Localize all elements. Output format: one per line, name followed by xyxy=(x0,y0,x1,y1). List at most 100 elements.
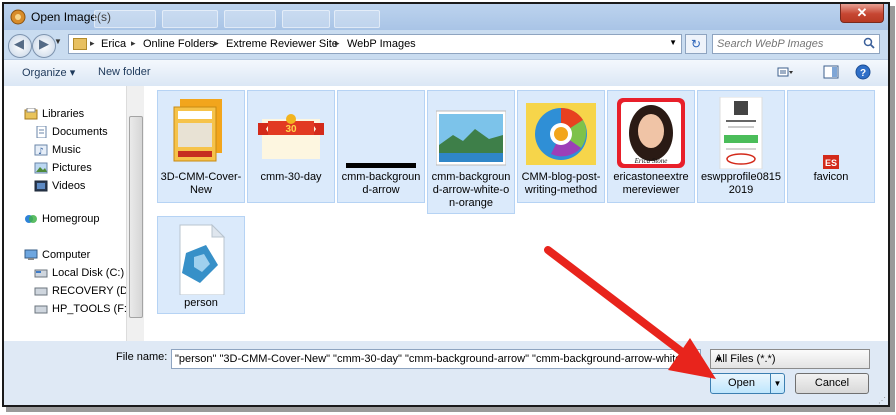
search-icon[interactable] xyxy=(863,37,875,49)
file-name-field[interactable]: "person" "3D-CMM-Cover-New" "cmm-30-day"… xyxy=(171,349,701,369)
file-item[interactable]: cmm-background-arrow-white-on-orange xyxy=(427,90,515,214)
hard-drive-icon xyxy=(34,305,48,314)
file-name-value: "person" "3D-CMM-Cover-New" "cmm-30-day"… xyxy=(175,353,701,365)
sidebar-item-label: HP_TOOLS (F:) xyxy=(52,303,131,315)
scrollbar-thumb[interactable] xyxy=(129,116,143,318)
command-toolbar: Organize ▾ New folder ? xyxy=(4,59,888,87)
music-icon: ♪ xyxy=(34,144,48,156)
svg-text:♪: ♪ xyxy=(38,147,44,156)
sidebar-item-label: Videos xyxy=(52,180,86,192)
app-icon xyxy=(10,9,26,25)
open-button-label: Open xyxy=(728,377,755,389)
file-item[interactable]: cmm-background-arrow xyxy=(337,90,425,203)
pictures-icon xyxy=(34,162,48,174)
breadcrumb-separator-icon[interactable]: ▸ xyxy=(131,38,136,49)
videos-icon xyxy=(34,180,48,192)
sidebar-item-label: Music xyxy=(52,144,81,156)
title-bar[interactable]: Open Image(s) ✕ xyxy=(4,4,888,30)
back-button[interactable]: ◀ xyxy=(8,34,32,58)
window-shadow-bottom xyxy=(6,407,895,412)
search-box[interactable] xyxy=(712,34,880,54)
new-folder-button[interactable]: New folder xyxy=(98,66,151,78)
file-name: 3D-CMM-Cover-New xyxy=(160,171,242,196)
breadcrumb-webp-images[interactable]: WebP Images xyxy=(347,38,416,50)
generic-image-file-icon xyxy=(179,223,226,295)
file-item[interactable]: CMM-blog-post-writing-method xyxy=(517,90,605,203)
close-button[interactable]: ✕ xyxy=(840,4,884,23)
documents-icon xyxy=(36,126,47,138)
recent-locations-dropdown-icon[interactable]: ▼ xyxy=(54,37,62,46)
file-name-dropdown-icon[interactable]: ▼ xyxy=(686,350,700,368)
es-favicon-thumbnail: ES xyxy=(823,155,839,169)
black-bar-thumbnail xyxy=(346,163,416,168)
view-options-icon[interactable] xyxy=(776,64,794,80)
file-name: cmm-background-arrow xyxy=(341,171,421,196)
file-name: cmm-background-arrow-white-on-orange xyxy=(431,171,511,209)
computer-icon xyxy=(24,249,38,260)
open-options-dropdown-icon[interactable]: ▼ xyxy=(770,374,784,393)
refresh-icon: ↻ xyxy=(690,37,702,51)
file-name: CMM-blog-post-writing-method xyxy=(521,171,601,196)
breadcrumb-online-folders[interactable]: Online Folders xyxy=(143,38,215,50)
window-shadow-right xyxy=(890,6,895,410)
organize-menu[interactable]: Organize ▾ xyxy=(22,66,75,79)
breadcrumb-separator-icon[interactable]: ▸ xyxy=(335,38,340,49)
ribbon-text: 30 xyxy=(285,124,297,135)
refresh-button[interactable]: ↻ xyxy=(685,34,707,54)
breadcrumb-separator-icon[interactable]: ▸ xyxy=(90,38,95,49)
navigation-bar: ◀ ▶ ▼ ▸ Erica ▸ Online Folders ▸ Extreme… xyxy=(4,30,888,59)
file-name-panel: File name: "person" "3D-CMM-Cover-New" "… xyxy=(4,341,888,405)
sidebar-item-label: Pictures xyxy=(52,162,92,174)
file-item[interactable]: eswpprofile08152019 xyxy=(697,90,785,203)
forward-button[interactable]: ▶ xyxy=(32,34,56,58)
preview-pane-icon[interactable] xyxy=(822,64,840,80)
sidebar-item-label: Documents xyxy=(52,126,108,138)
address-dropdown-icon[interactable]: ▼ xyxy=(669,38,677,47)
hard-drive-icon xyxy=(34,287,48,296)
file-item[interactable]: person xyxy=(157,216,245,314)
colorful-infographic-thumbnail xyxy=(526,103,596,165)
ribbon-banner-thumbnail: 30 xyxy=(258,114,324,159)
file-list: 3D-CMM-Cover-New 30 cmm-30-day cmm-backg… xyxy=(144,86,888,341)
file-name: cmm-30-day xyxy=(260,171,322,183)
navigation-pane: Libraries Documents ♪ Music Pictures Vid… xyxy=(4,86,135,341)
file-type-filter[interactable]: All Files (*.*) ▼ xyxy=(710,349,870,369)
signature-text: Erica Stone xyxy=(634,157,668,165)
file-name: eswpprofile08152019 xyxy=(700,171,782,196)
breadcrumb-separator-icon[interactable]: ▸ xyxy=(214,38,219,49)
libraries-icon xyxy=(24,108,38,120)
navigation-pane-scrollbar[interactable] xyxy=(126,86,144,341)
close-icon: ✕ xyxy=(856,5,868,20)
back-arrow-icon: ◀ xyxy=(14,36,24,51)
chevron-down-icon: ▼ xyxy=(715,355,723,364)
address-bar[interactable]: ▸ Erica ▸ Online Folders ▸ Extreme Revie… xyxy=(68,34,682,54)
svg-text:?: ? xyxy=(860,68,866,79)
cancel-button[interactable]: Cancel xyxy=(795,373,869,394)
breadcrumb-extreme-reviewer-site[interactable]: Extreme Reviewer Site xyxy=(226,38,338,50)
sidebar-item-label: Local Disk (C:) xyxy=(52,267,125,279)
file-item[interactable]: 30 cmm-30-day xyxy=(247,90,335,203)
file-item[interactable]: ES favicon xyxy=(787,90,875,203)
file-item[interactable]: 3D-CMM-Cover-New xyxy=(157,90,245,203)
file-name: person xyxy=(184,297,218,309)
resize-grip-icon[interactable]: ⋰ xyxy=(878,396,886,405)
file-name: favicon xyxy=(813,171,849,183)
favicon-text: ES xyxy=(825,158,837,168)
profile-page-thumbnail xyxy=(719,97,763,169)
folder-icon xyxy=(73,38,87,50)
file-name: ericastoneextremereviewer xyxy=(613,171,689,196)
open-image-dialog: Open Image(s) ✕ ◀ ▶ ▼ ▸ Erica ▸ Online F… xyxy=(2,2,890,407)
help-icon[interactable]: ? xyxy=(854,64,872,80)
search-input[interactable] xyxy=(717,36,857,52)
landscape-photo-thumbnail xyxy=(436,110,506,166)
sidebar-item-label: Homegroup xyxy=(42,213,100,225)
file-item[interactable]: Erica Stone ericastoneextremereviewer xyxy=(607,90,695,203)
ebook-cover-thumbnail xyxy=(173,99,222,162)
hard-drive-icon xyxy=(34,269,48,278)
portrait-photo-thumbnail: Erica Stone xyxy=(617,98,685,168)
open-button[interactable]: Open ▼ xyxy=(710,373,785,394)
homegroup-icon xyxy=(25,215,37,223)
sidebar-item-label: RECOVERY (D:) xyxy=(52,285,135,297)
breadcrumb-erica[interactable]: Erica xyxy=(101,38,126,50)
content-area: Libraries Documents ♪ Music Pictures Vid… xyxy=(4,86,888,341)
